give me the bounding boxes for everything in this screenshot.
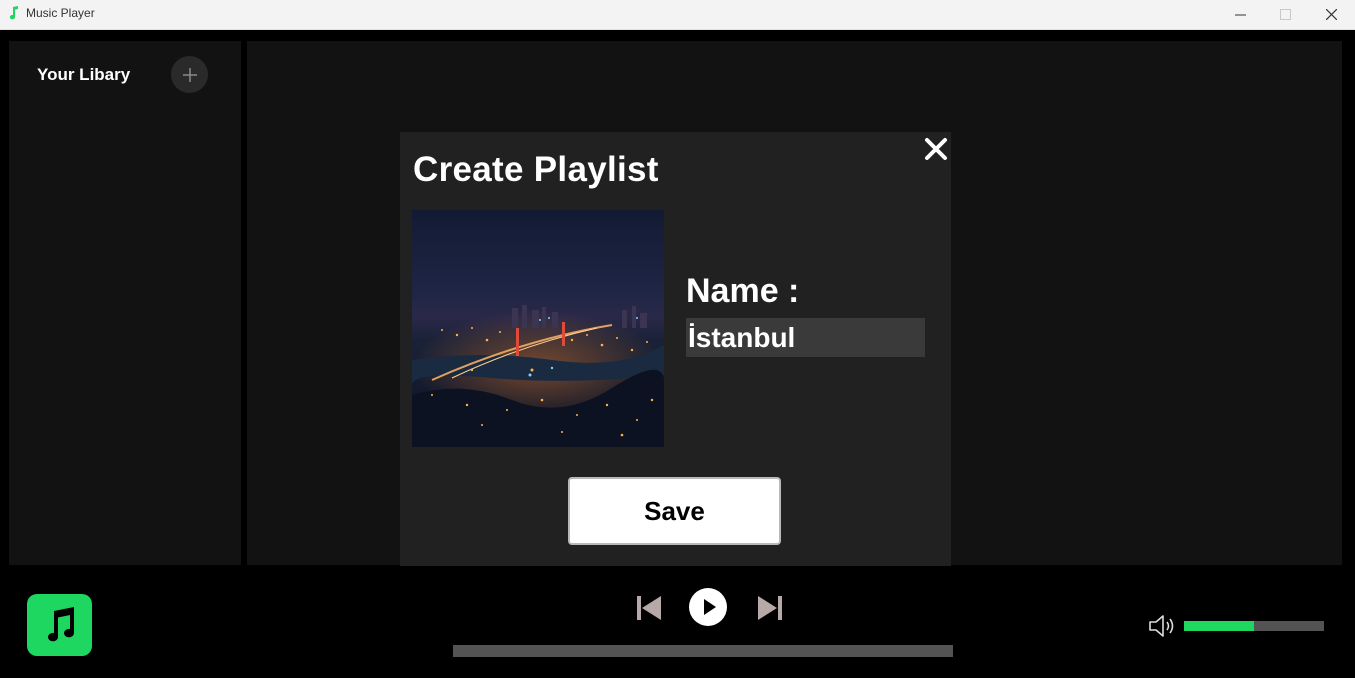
plus-icon	[182, 67, 197, 82]
dialog-title: Create Playlist	[413, 150, 659, 189]
minimize-icon	[1234, 14, 1246, 16]
close-window-button[interactable]	[1308, 0, 1354, 29]
volume-slider[interactable]	[1184, 621, 1324, 631]
close-dialog-button[interactable]	[920, 134, 952, 166]
previous-icon	[637, 596, 661, 620]
add-playlist-button[interactable]	[171, 56, 208, 93]
close-icon	[925, 138, 947, 160]
speaker-icon	[1149, 615, 1174, 637]
volume-button[interactable]	[1148, 613, 1178, 639]
minimize-button[interactable]	[1217, 0, 1263, 29]
cityscape-image	[412, 210, 664, 447]
next-icon	[758, 596, 782, 620]
previous-button[interactable]	[636, 594, 662, 626]
play-button[interactable]	[689, 588, 727, 630]
next-button[interactable]	[757, 594, 783, 626]
maximize-button[interactable]	[1262, 0, 1308, 29]
play-icon	[689, 588, 727, 626]
volume-fill	[1184, 621, 1254, 631]
playlist-name-input[interactable]	[686, 318, 925, 357]
library-title: Your Libary	[37, 65, 131, 84]
name-label: Name :	[686, 272, 800, 310]
now-playing-artwork	[27, 594, 92, 656]
maximize-icon	[1279, 9, 1291, 20]
music-note-icon	[9, 6, 18, 20]
window-title: Music Player	[26, 6, 95, 20]
playlist-cover-image[interactable]	[412, 210, 664, 447]
music-note-icon	[47, 607, 74, 642]
save-button[interactable]: Save	[568, 477, 781, 545]
close-icon	[1325, 9, 1337, 20]
window-titlebar: Music Player	[0, 0, 1355, 30]
library-panel: Your Libary	[9, 41, 241, 565]
create-playlist-dialog: Create Playlist Name: İstanbul Save	[400, 132, 951, 566]
playback-progress-bar[interactable]	[453, 645, 953, 657]
